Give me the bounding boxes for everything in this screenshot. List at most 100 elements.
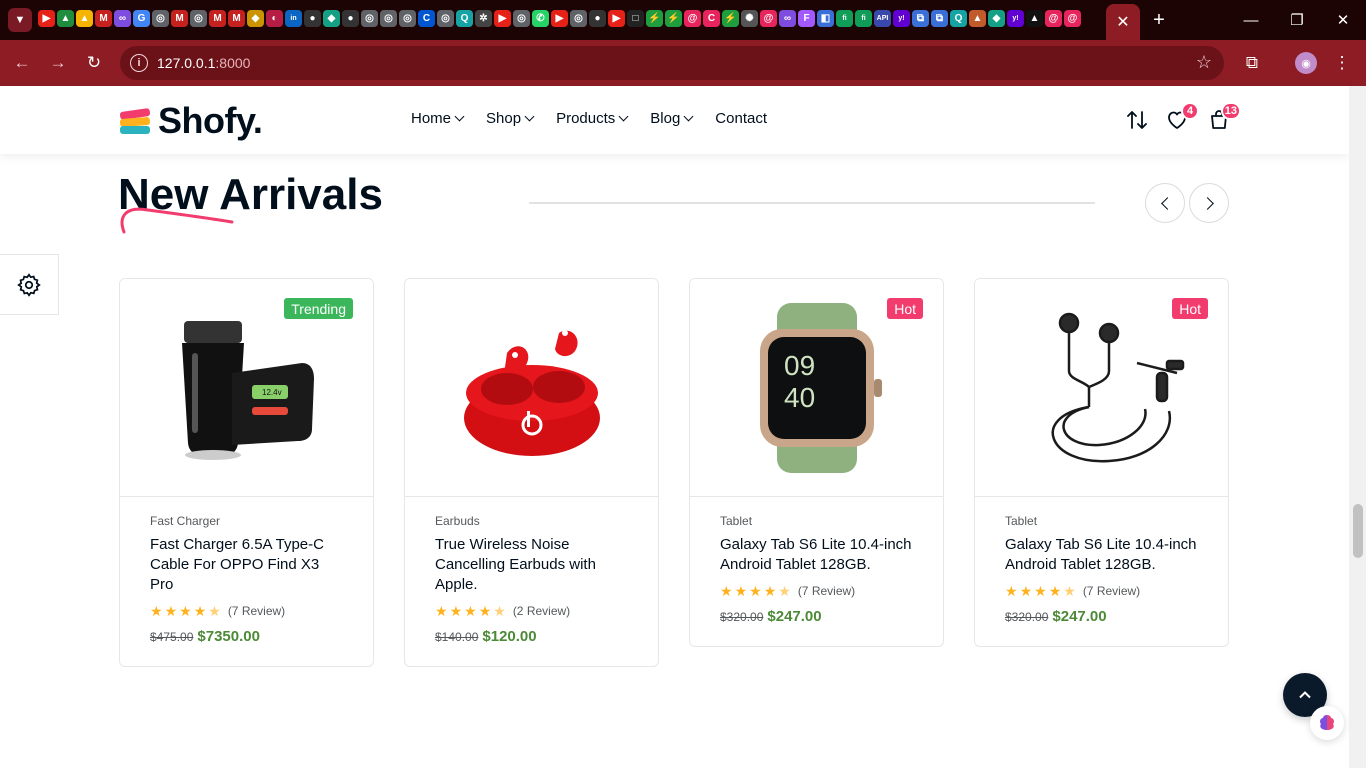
settings-toggle[interactable] <box>0 254 59 315</box>
search-icon[interactable]: Q <box>456 10 473 27</box>
logo[interactable]: Shofy. <box>118 100 263 142</box>
app-icon[interactable]: ⧉ <box>931 10 948 27</box>
nav-item-blog[interactable]: Blog <box>650 110 694 127</box>
product-card[interactable]: Earbuds True Wireless Noise Cancelling Ea… <box>404 278 659 667</box>
globe-icon[interactable]: ◎ <box>152 10 169 27</box>
close-tab-icon[interactable]: ✕ <box>1116 12 1129 32</box>
globe-icon[interactable]: ◎ <box>570 10 587 27</box>
app-icon[interactable]: ▲ <box>1026 10 1043 27</box>
product-title[interactable]: Galaxy Tab S6 Lite 10.4-inch Android Tab… <box>1005 535 1198 575</box>
extensions-icon[interactable]: ⧉ <box>1239 50 1265 76</box>
nav-item-contact[interactable]: Contact <box>715 110 767 127</box>
product-card[interactable]: Hot Tablet Galaxy Tab S6 Lite 10.4-inch An… <box>974 278 1229 647</box>
bookmark-star-icon[interactable]: ☆ <box>1196 52 1212 73</box>
app-icon[interactable]: ◧ <box>817 10 834 27</box>
product-image[interactable] <box>405 279 658 497</box>
app-icon[interactable]: C <box>703 10 720 27</box>
product-category[interactable]: Earbuds <box>435 514 628 528</box>
product-title[interactable]: True Wireless Noise Cancelling Earbuds w… <box>435 535 628 595</box>
gmail-icon[interactable]: M <box>171 10 188 27</box>
github-icon[interactable]: ● <box>589 10 606 27</box>
nav-item-products[interactable]: Products <box>556 110 629 127</box>
globe-icon[interactable]: ◎ <box>399 10 416 27</box>
github-icon[interactable]: ● <box>304 10 321 27</box>
minimize-button[interactable]: — <box>1228 0 1274 40</box>
google-drive-icon[interactable]: ▲ <box>76 10 93 27</box>
scrollbar-thumb[interactable] <box>1353 504 1363 558</box>
active-tab[interactable]: ✕ <box>1106 4 1140 40</box>
product-image[interactable]: Hot <box>975 279 1228 497</box>
globe-icon[interactable]: ◎ <box>190 10 207 27</box>
google-drive-icon[interactable]: ▲ <box>57 10 74 27</box>
app-icon[interactable]: ⧉ <box>912 10 929 27</box>
site-info-icon[interactable]: i <box>130 54 148 72</box>
app-icon[interactable]: ⚡ <box>722 10 739 27</box>
ai-assistant-icon[interactable] <box>1310 706 1344 740</box>
app-icon[interactable]: fi <box>836 10 853 27</box>
profile-avatar[interactable]: ◉ <box>1295 52 1317 74</box>
cart-icon[interactable]: 13 <box>1207 102 1241 132</box>
google-icon[interactable]: G <box>133 10 150 27</box>
app-icon[interactable]: @ <box>1045 10 1062 27</box>
back-button[interactable]: ← <box>9 50 35 76</box>
product-title[interactable]: Galaxy Tab S6 Lite 10.4-inch Android Tab… <box>720 535 913 575</box>
app-icon[interactable]: @ <box>684 10 701 27</box>
app-icon[interactable]: ⚡ <box>665 10 682 27</box>
nav-item-home[interactable]: Home <box>411 110 465 127</box>
wishlist-icon[interactable]: 4 <box>1165 102 1199 132</box>
product-card[interactable]: 09 40 Hot Tablet Galaxy Tab S6 Lite 10.4-inc… <box>689 278 944 647</box>
search-icon[interactable]: Q <box>950 10 967 27</box>
product-category[interactable]: Tablet <box>1005 514 1198 528</box>
gmail-icon[interactable]: M <box>95 10 112 27</box>
meta-icon[interactable]: ∞ <box>779 10 796 27</box>
meta-icon[interactable]: ∞ <box>114 10 131 27</box>
address-url[interactable]: 127.0.0.1:8000 <box>157 55 250 71</box>
app-icon[interactable]: ✲ <box>475 10 492 27</box>
linkedin-icon[interactable]: in <box>285 10 302 27</box>
page-scrollbar[interactable] <box>1349 86 1366 768</box>
app-icon[interactable]: ▲ <box>969 10 986 27</box>
product-image[interactable]: 09 40 Hot <box>690 279 943 497</box>
product-title[interactable]: Fast Charger 6.5A Type-C Cable For OPPO … <box>150 535 343 595</box>
compare-icon[interactable] <box>1125 108 1149 132</box>
slider-prev-button[interactable] <box>1145 183 1185 223</box>
youtube-icon[interactable]: ▶ <box>551 10 568 27</box>
github-icon[interactable]: ● <box>342 10 359 27</box>
nav-item-shop[interactable]: Shop <box>486 110 535 127</box>
address-bar[interactable]: i 127.0.0.1:8000 ☆ <box>120 46 1224 80</box>
app-icon[interactable]: fi <box>855 10 872 27</box>
globe-icon[interactable]: ◎ <box>437 10 454 27</box>
gmail-icon[interactable]: M <box>228 10 245 27</box>
youtube-icon[interactable]: ▶ <box>494 10 511 27</box>
app-icon[interactable]: @ <box>760 10 777 27</box>
diamond-icon[interactable]: ◆ <box>988 10 1005 27</box>
globe-icon[interactable]: ◎ <box>513 10 530 27</box>
new-tab-button[interactable]: + <box>1146 8 1172 32</box>
reload-button[interactable]: ↻ <box>81 50 107 76</box>
product-image[interactable]: 12.4v Trending <box>120 279 373 497</box>
product-card[interactable]: 12.4v Trending Fast Charger Fast Charger 6.… <box>119 278 374 667</box>
globe-icon[interactable]: ◎ <box>361 10 378 27</box>
yahoo-icon[interactable]: y! <box>893 10 910 27</box>
gmail-icon[interactable]: M <box>209 10 226 27</box>
binance-icon[interactable]: ◆ <box>247 10 264 27</box>
close-window-button[interactable]: ✕ <box>1320 0 1366 40</box>
globe-icon[interactable]: ◎ <box>380 10 397 27</box>
youtube-icon[interactable]: ▶ <box>38 10 55 27</box>
diamond-icon[interactable]: ◆ <box>323 10 340 27</box>
youtube-icon[interactable]: ▶ <box>608 10 625 27</box>
whatsapp-icon[interactable]: ✆ <box>532 10 549 27</box>
slider-next-button[interactable] <box>1189 183 1229 223</box>
product-category[interactable]: Fast Charger <box>150 514 343 528</box>
app-icon[interactable]: ⚡ <box>646 10 663 27</box>
coursera-icon[interactable]: C <box>418 10 435 27</box>
figma-icon[interactable]: F <box>798 10 815 27</box>
openai-icon[interactable]: ✺ <box>741 10 758 27</box>
app-icon[interactable]: □ <box>627 10 644 27</box>
tab-search-button[interactable]: ▼ <box>8 8 32 32</box>
app-icon[interactable]: API <box>874 10 891 27</box>
app-icon[interactable]: @ <box>1064 10 1081 27</box>
product-category[interactable]: Tablet <box>720 514 913 528</box>
forward-button[interactable]: → <box>45 50 71 76</box>
yahoo-icon[interactable]: y! <box>1007 10 1024 27</box>
